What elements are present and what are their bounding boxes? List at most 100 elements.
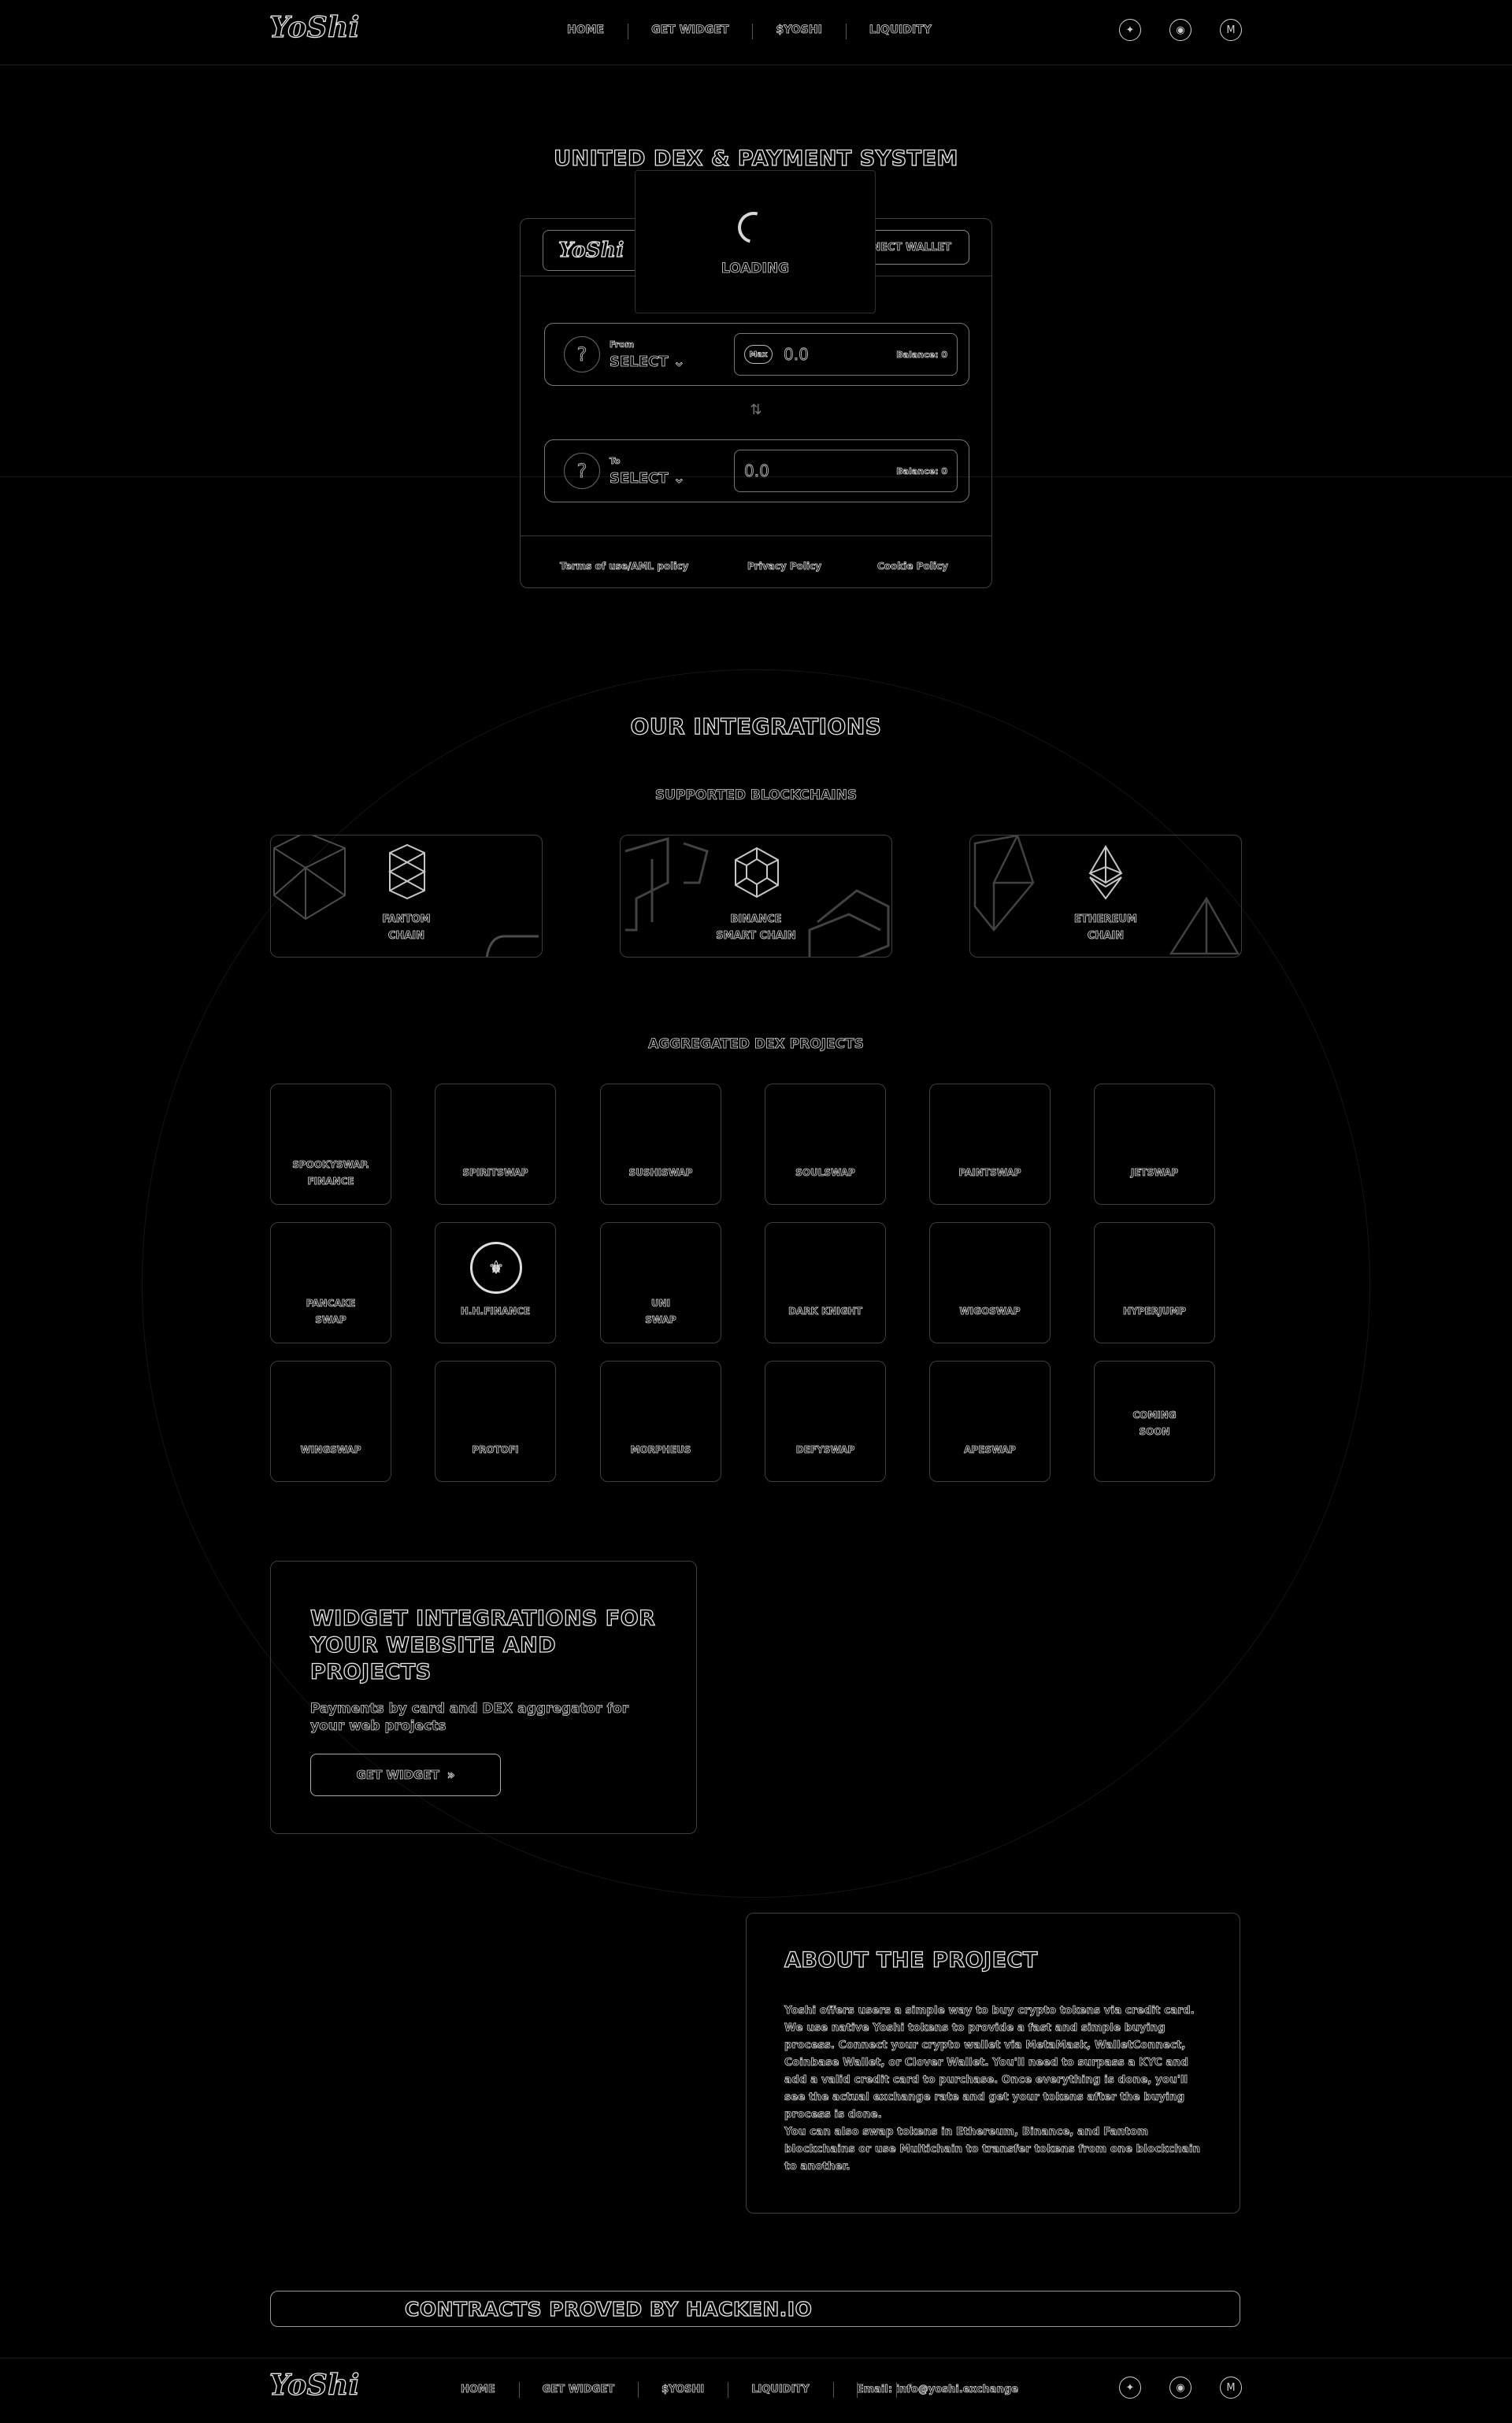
dex-card[interactable]: ⚜ H.H.FINANCE [435,1222,556,1343]
dex-card[interactable]: SUSHISWAP [600,1084,721,1205]
binance-icon [735,847,779,898]
dex-name: H.H.FINANCE [435,1303,555,1320]
dex-card[interactable]: SPIRITSWAP [435,1084,556,1205]
blockchain-name-line: FANTOM [382,913,431,926]
dex-card[interactable]: COMING SOON [1094,1361,1215,1482]
dex-name-line: UNI [650,1298,671,1310]
get-widget-button-label: GET WIDGET [356,1768,439,1783]
hacken-text: CONTRACTS PROVED BY HACKEN.IO [404,2297,813,2321]
widget-promo-title-line: WIDGET INTEGRATIONS FOR [309,1606,656,1631]
dex-card[interactable]: PAINTSWAP [929,1084,1051,1205]
dex-card[interactable]: UNI SWAP [600,1222,721,1343]
from-token-select[interactable]: SELECT ⌄ [610,354,686,371]
nav-yoshi[interactable]: $YOSHI [752,24,845,39]
widget-promo-title-line: PROJECTS [309,1659,432,1684]
dex-card[interactable]: DEFYSWAP [765,1361,886,1482]
dex-name-line: DEFYSWAP [795,1444,855,1456]
blockchain-name-line: CHAIN [1087,930,1125,943]
blockchain-name: ETHEREUM CHAIN [970,911,1241,944]
hacken-banner[interactable]: CONTRACTS PROVED BY HACKEN.IO [270,2291,1240,2327]
medium-icon[interactable]: M [1220,19,1242,41]
dex-card[interactable]: WIGOSWAP [929,1222,1051,1343]
chevron-down-icon: ⌄ [673,470,685,487]
twitter-icon[interactable]: ✦ [1119,19,1141,41]
footer-email[interactable]: Email: info@yoshi.exchange [832,2382,1042,2398]
max-button[interactable]: Max [744,345,773,364]
twitter-icon[interactable]: ✦ [1119,2377,1141,2399]
dex-name-line: H.H.FINANCE [460,1306,531,1317]
chevron-down-icon: ⌄ [673,354,685,371]
get-widget-button[interactable]: GET WIDGET » [310,1754,501,1796]
dex-name-line: FINANCE [307,1176,354,1187]
dex-card[interactable]: APESWAP [929,1361,1051,1482]
to-amount-value: 0.0 [744,461,770,481]
double-chevron-right-icon: » [447,1768,455,1783]
privacy-link[interactable]: Privacy Policy [747,561,822,572]
nav-liquidity[interactable]: LIQUIDITY [845,24,955,39]
footer-nav-liquidity[interactable]: LIQUIDITY [728,2382,832,2398]
dex-name: SPOOKYSWAP. FINANCE [271,1157,391,1190]
from-select-label: SELECT [610,354,669,371]
blockchain-card-ethereum[interactable]: ETHEREUM CHAIN [969,835,1242,958]
terms-link[interactable]: Terms of use/AML policy [560,561,689,572]
from-amount-field[interactable]: Max 0.0 Balance: 0 [734,333,958,376]
swap-arrows-icon[interactable]: ⇅ [521,402,991,418]
footer-nav-get-widget[interactable]: GET WIDGET [518,2382,638,2398]
to-balance: Balance: 0 [896,466,947,477]
dex-card[interactable]: DARK KNIGHT [765,1222,886,1343]
dex-name: UNI SWAP [601,1295,721,1328]
dex-name: PANCAKE SWAP [271,1295,391,1328]
dex-name: MORPHEUS [601,1442,721,1458]
dex-card[interactable]: HYPERJUMP [1094,1222,1215,1343]
to-select-label: SELECT [610,470,669,487]
about-text: Yoshi offers users a simple way to buy c… [784,2002,1202,2175]
dex-name-line: HYPERJUMP [1123,1306,1187,1317]
header-logo[interactable]: YoShi [269,10,360,44]
hh-finance-logo-icon: ⚜ [470,1242,522,1294]
blockchain-name: BINANCE SMART CHAIN [621,911,891,944]
dex-name: WINGSWAP [271,1442,391,1458]
discord-icon[interactable]: ◉ [1169,2377,1191,2399]
dex-name-line: SPIRITSWAP [462,1167,528,1179]
dex-name: DEFYSWAP [765,1442,885,1458]
about-paragraph: You can also swap tokens in Ethereum, Bi… [784,2125,1201,2173]
dex-card[interactable]: MORPHEUS [600,1361,721,1482]
dex-card[interactable]: SPOOKYSWAP. FINANCE [270,1084,391,1205]
cookie-link[interactable]: Cookie Policy [877,561,949,572]
dex-name-line: SWAP [315,1314,346,1326]
dex-name-line: SOULSWAP [795,1167,855,1179]
widget-promo-title: WIDGET INTEGRATIONS FOR YOUR WEBSITE AND… [309,1606,656,1686]
fantom-icon [387,843,427,900]
footer-logo[interactable]: YoShi [269,2368,360,2402]
discord-icon[interactable]: ◉ [1169,19,1191,41]
from-amount-value: 0.0 [784,345,810,365]
footer-nav-yoshi[interactable]: $YOSHI [638,2382,728,2398]
dex-name-line: SPOOKYSWAP. [292,1159,369,1171]
dex-title: AGGREGATED DEX PROJECTS [648,1036,865,1053]
dex-name-line: PROTOFI [472,1444,519,1456]
dex-card[interactable]: JETSWAP [1094,1084,1215,1205]
blockchain-card-fantom[interactable]: FANTOM CHAIN [270,835,543,958]
to-amount-field[interactable]: 0.0 Balance: 0 [734,450,958,492]
integrations-title: OUR INTEGRATIONS [630,713,882,739]
nav-get-widget[interactable]: GET WIDGET [628,24,752,39]
dex-card[interactable]: WINGSWAP [270,1361,391,1482]
dex-card[interactable]: PANCAKE SWAP [270,1222,391,1343]
dex-name: DARK KNIGHT [765,1303,885,1320]
blockchain-name-line: BINANCE [730,913,782,926]
hero-title: UNITED DEX & PAYMENT SYSTEM [553,146,958,171]
dex-card[interactable]: PROTOFI [435,1361,556,1482]
footer-email-label: Email: [856,2384,893,2396]
dex-name: SUSHISWAP [601,1165,721,1181]
footer-nav-home[interactable]: HOME [437,2384,519,2396]
to-token-row: ? To SELECT ⌄ 0.0 Balance: 0 [544,439,969,502]
dex-name: COMING SOON [1095,1407,1214,1440]
medium-icon[interactable]: M [1220,2377,1242,2399]
nav-home[interactable]: HOME [543,24,628,37]
to-token-select[interactable]: SELECT ⌄ [610,470,686,487]
dex-card[interactable]: SOULSWAP [765,1084,886,1205]
blockchain-card-binance[interactable]: BINANCE SMART CHAIN [620,835,892,958]
blockchain-name: FANTOM CHAIN [271,911,542,944]
dex-name: PROTOFI [435,1442,555,1458]
unknown-token-icon: ? [564,336,600,372]
